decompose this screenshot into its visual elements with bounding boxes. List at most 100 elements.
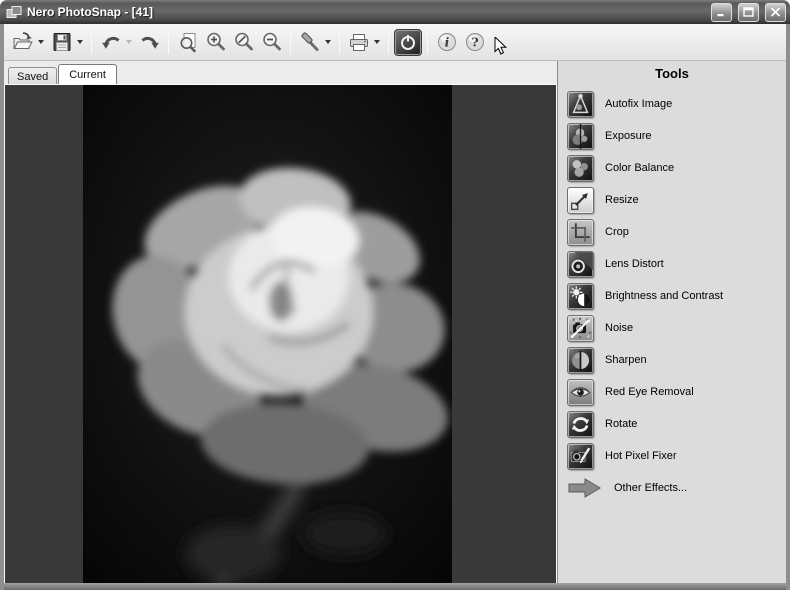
brightness-contrast-icon bbox=[567, 283, 594, 310]
tool-label: Rotate bbox=[605, 418, 637, 430]
tool-label: Autofix Image bbox=[605, 98, 672, 110]
tool-label: Sharpen bbox=[605, 354, 647, 366]
exposure-icon bbox=[567, 123, 594, 150]
tool-item-other-effects[interactable]: Other Effects... bbox=[558, 472, 786, 504]
window-body: i ? Saved Current bbox=[0, 24, 790, 590]
noise-icon bbox=[567, 315, 594, 342]
toolbar-separator bbox=[339, 30, 340, 54]
zoom-out-icon bbox=[261, 31, 283, 53]
print-dropdown-caret[interactable] bbox=[374, 40, 380, 44]
image-canvas bbox=[4, 84, 557, 583]
toolbar-separator bbox=[388, 30, 389, 54]
autofix-icon bbox=[567, 91, 594, 118]
undo-dropdown-caret bbox=[126, 40, 132, 44]
rose-photo bbox=[83, 85, 452, 583]
help-icon: ? bbox=[464, 31, 486, 53]
save-floppy-icon bbox=[51, 31, 73, 53]
toolbar: i ? bbox=[4, 24, 786, 61]
zoom-in-icon bbox=[205, 31, 227, 53]
title-bar: Nero PhotoSnap - [41] bbox=[0, 0, 790, 24]
tool-label: Lens Distort bbox=[605, 258, 664, 270]
tab-saved[interactable]: Saved bbox=[8, 67, 57, 85]
app-icon[interactable] bbox=[6, 5, 22, 20]
folder-open-icon bbox=[12, 31, 34, 53]
tool-label: Crop bbox=[605, 226, 629, 238]
tools-button[interactable] bbox=[296, 28, 323, 56]
toolbar-separator bbox=[427, 30, 428, 54]
toolbar-separator bbox=[290, 30, 291, 54]
rotate-icon bbox=[567, 411, 594, 438]
mouse-cursor bbox=[494, 37, 508, 60]
tool-item-brightness-contrast[interactable]: Brightness and Contrast bbox=[558, 280, 786, 312]
tool-item-rotate[interactable]: Rotate bbox=[558, 408, 786, 440]
tool-label: Red Eye Removal bbox=[605, 386, 694, 398]
tools-dropdown-caret[interactable] bbox=[325, 40, 331, 44]
maximize-button[interactable] bbox=[738, 3, 759, 22]
tool-item-red-eye[interactable]: Red Eye Removal bbox=[558, 376, 786, 408]
zoom-in-button[interactable] bbox=[202, 28, 229, 56]
redo-button[interactable] bbox=[136, 28, 163, 56]
tab-current[interactable]: Current bbox=[58, 64, 117, 84]
app-window: Nero PhotoSnap - [41] bbox=[0, 0, 790, 590]
info-icon: i bbox=[436, 31, 458, 53]
open-dropdown-caret[interactable] bbox=[38, 40, 44, 44]
tool-item-lens-distort[interactable]: Lens Distort bbox=[558, 248, 786, 280]
undo-button[interactable] bbox=[97, 28, 124, 56]
minimize-icon bbox=[716, 7, 727, 17]
hot-pixel-icon bbox=[567, 443, 594, 470]
close-button[interactable] bbox=[765, 3, 786, 22]
tool-item-noise[interactable]: Noise bbox=[558, 312, 786, 344]
help-button[interactable]: ? bbox=[461, 28, 488, 56]
undo-icon bbox=[100, 31, 122, 53]
zoom-actual-icon bbox=[233, 31, 255, 53]
tool-label: Other Effects... bbox=[614, 482, 687, 494]
content-area: Saved Current bbox=[4, 61, 786, 583]
tool-label: Brightness and Contrast bbox=[605, 290, 723, 302]
tool-item-color-balance[interactable]: Color Balance bbox=[558, 152, 786, 184]
maximize-icon bbox=[743, 7, 754, 17]
svg-text:i: i bbox=[444, 34, 449, 49]
sharpen-icon bbox=[567, 347, 594, 374]
tool-label: Noise bbox=[605, 322, 633, 334]
red-eye-icon bbox=[567, 379, 594, 406]
tab-strip: Saved Current bbox=[4, 61, 557, 84]
save-button[interactable] bbox=[48, 28, 75, 56]
toolbar-separator bbox=[91, 30, 92, 54]
info-button[interactable]: i bbox=[433, 28, 460, 56]
tool-item-resize[interactable]: Resize bbox=[558, 184, 786, 216]
tool-label: Exposure bbox=[605, 130, 651, 142]
zoom-fit-icon bbox=[177, 31, 199, 53]
save-dropdown-caret[interactable] bbox=[77, 40, 83, 44]
lens-distort-icon bbox=[567, 251, 594, 278]
crop-icon bbox=[567, 219, 594, 246]
window-title: Nero PhotoSnap - [41] bbox=[27, 5, 705, 19]
arrow-right-icon bbox=[567, 477, 603, 499]
tool-label: Color Balance bbox=[605, 162, 674, 174]
power-icon bbox=[397, 31, 419, 54]
svg-text:?: ? bbox=[471, 34, 478, 49]
tool-label: Resize bbox=[605, 194, 639, 206]
window-bottom-border bbox=[4, 583, 786, 590]
open-button[interactable] bbox=[9, 28, 36, 56]
toolbar-separator bbox=[168, 30, 169, 54]
zoom-out-button[interactable] bbox=[258, 28, 285, 56]
resize-icon bbox=[567, 187, 594, 214]
tools-panel: Tools Autofix Image bbox=[557, 61, 786, 583]
redo-icon bbox=[139, 31, 161, 53]
tool-item-sharpen[interactable]: Sharpen bbox=[558, 344, 786, 376]
zoom-actual-button[interactable] bbox=[230, 28, 257, 56]
printer-icon bbox=[348, 31, 370, 53]
minimize-button[interactable] bbox=[711, 3, 732, 22]
tool-label: Hot Pixel Fixer bbox=[605, 450, 677, 462]
zoom-fit-button[interactable] bbox=[174, 28, 201, 56]
tool-item-autofix[interactable]: Autofix Image bbox=[558, 88, 786, 120]
tool-item-exposure[interactable]: Exposure bbox=[558, 120, 786, 152]
tools-panel-title: Tools bbox=[558, 64, 786, 88]
print-button[interactable] bbox=[345, 28, 372, 56]
tool-item-hot-pixel[interactable]: Hot Pixel Fixer bbox=[558, 440, 786, 472]
close-icon bbox=[770, 7, 781, 17]
tool-item-crop[interactable]: Crop bbox=[558, 216, 786, 248]
exit-button[interactable] bbox=[394, 29, 422, 56]
editor-column: Saved Current bbox=[4, 61, 557, 583]
color-balance-icon bbox=[567, 155, 594, 182]
